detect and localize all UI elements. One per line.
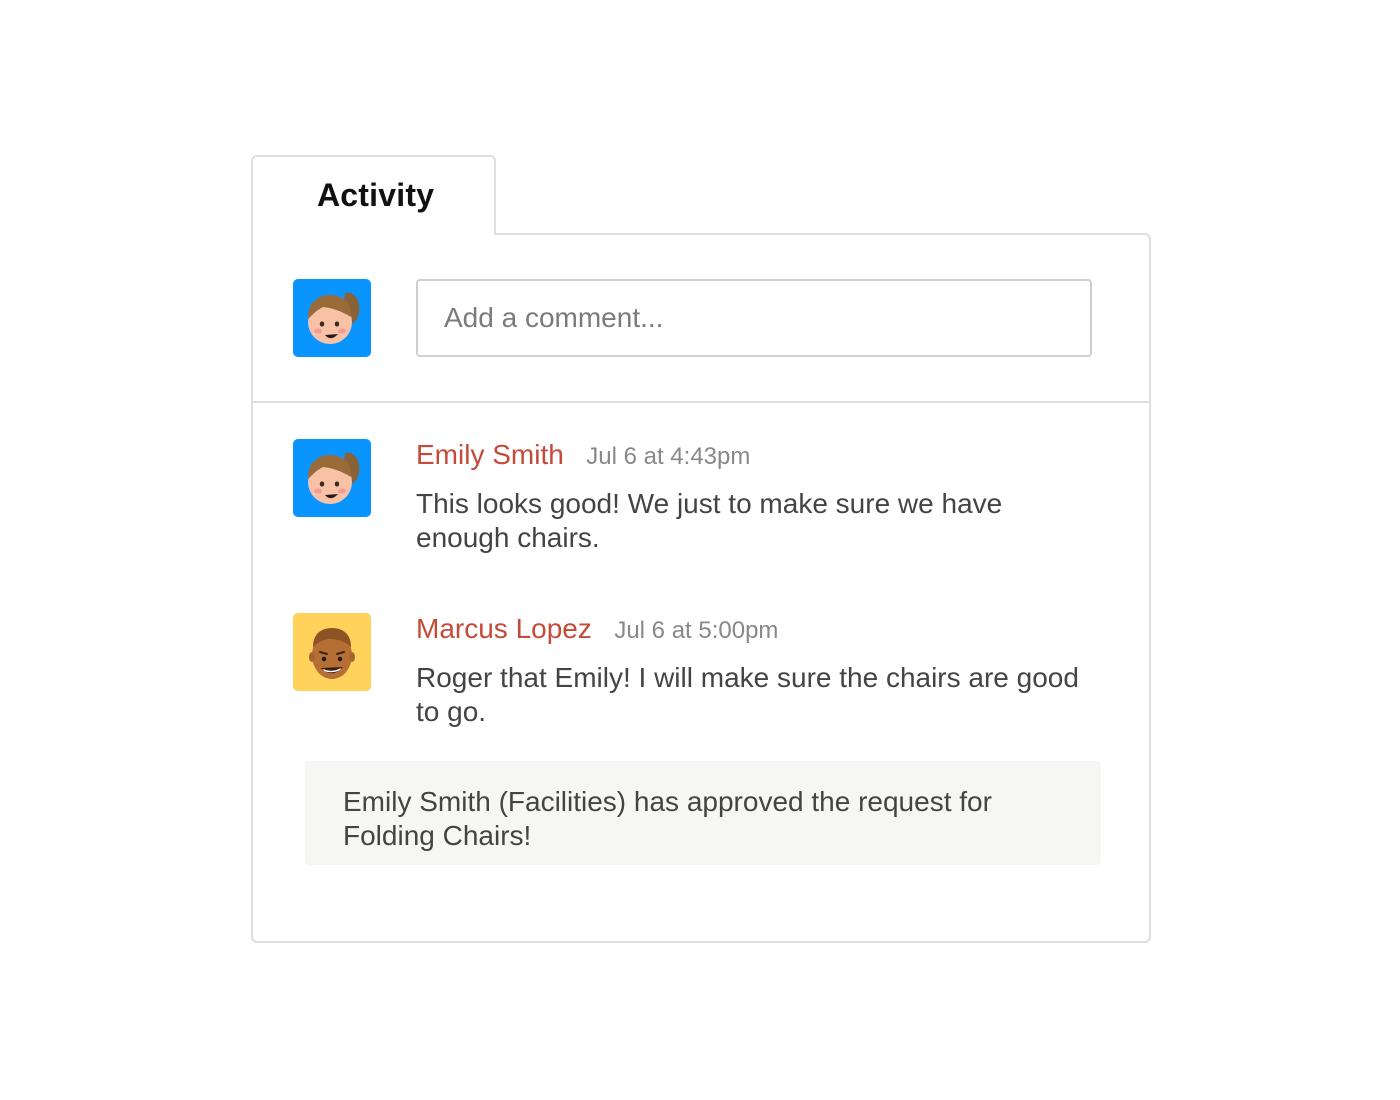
comment-text: Roger that Emily! I will make sure the c… [416, 662, 1079, 727]
activity-panel: Emily Smith Jul 6 at 4:43pm This looks g… [251, 233, 1151, 943]
tab-activity-label: Activity [317, 177, 435, 213]
approval-notice: Emily Smith (Facilities) has approved th… [305, 761, 1101, 865]
add-comment-input[interactable] [416, 279, 1092, 357]
tab-activity[interactable]: Activity [251, 155, 496, 235]
comment-author[interactable]: Marcus Lopez [416, 613, 592, 644]
comment-meta: Emily Smith Jul 6 at 4:43pm [416, 439, 1096, 481]
activity-widget: Activity Add a comment... Emily Smith Ju… [0, 0, 1400, 1100]
comment-body: Marcus Lopez Jul 6 at 5:00pm Roger that … [416, 613, 1096, 729]
comment-timestamp: Jul 6 at 4:43pm [586, 443, 751, 470]
comment-timestamp: Jul 6 at 5:00pm [614, 617, 779, 644]
comment-author[interactable]: Emily Smith [416, 439, 564, 470]
current-user-avatar [293, 279, 371, 357]
comment-body: Emily Smith Jul 6 at 4:43pm This looks g… [416, 439, 1096, 555]
comment-meta: Marcus Lopez Jul 6 at 5:00pm [416, 613, 1096, 655]
male-avatar-icon [293, 613, 371, 691]
female-avatar-icon [293, 279, 371, 357]
composer-divider [253, 401, 1149, 403]
avatar [293, 439, 371, 517]
comment-text: This looks good! We just to make sure we… [416, 488, 1003, 553]
female-avatar-icon [293, 439, 371, 517]
avatar [293, 613, 371, 691]
